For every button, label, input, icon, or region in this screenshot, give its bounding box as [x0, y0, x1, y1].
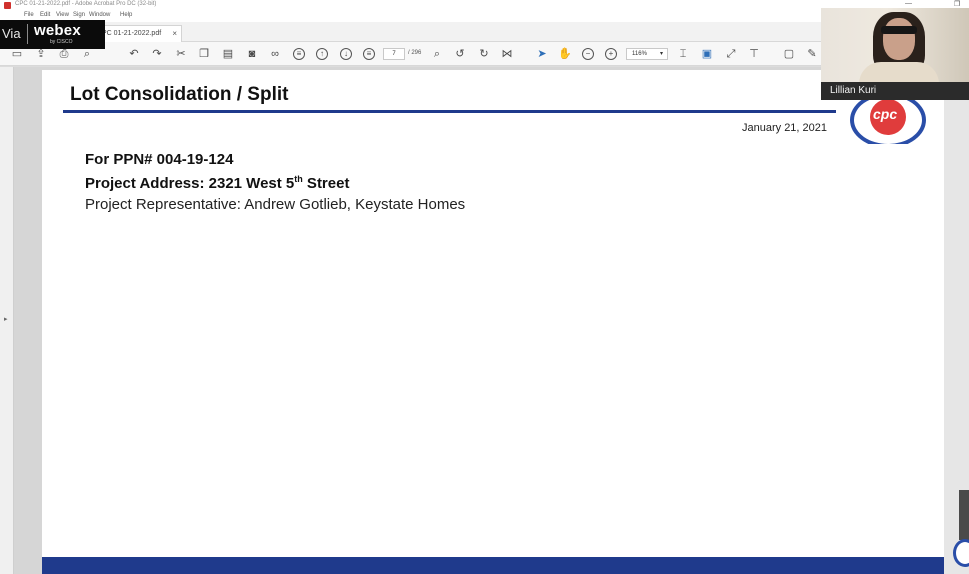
previous-page-icon[interactable]: ↑ [316, 48, 328, 60]
last-page-icon[interactable]: ≡ [363, 48, 375, 60]
webex-divider [27, 24, 28, 44]
participant-face [883, 18, 915, 60]
read-mode-icon[interactable]: ⊤ [747, 47, 761, 61]
print-icon[interactable]: ⎙ [57, 47, 71, 61]
hand-tool-icon[interactable]: ✋ [558, 47, 572, 61]
restore-button[interactable]: ❐ [954, 0, 960, 8]
project-representative-line: Project Representative: Andrew Gotlieb, … [85, 196, 466, 213]
zoom-value: 116% [632, 51, 647, 57]
menu-help[interactable]: Help [120, 12, 132, 18]
paste-icon[interactable]: ▤ [221, 47, 235, 61]
slide-title: Lot Consolidation / Split [70, 84, 289, 105]
highlight-pen-icon[interactable]: ✎ [805, 47, 819, 61]
address-ordinal: th [294, 174, 303, 184]
page-number-input[interactable]: 7 [383, 48, 405, 60]
via-label: Via [2, 26, 21, 41]
logo-text: cpc [873, 106, 898, 122]
rotate-right-icon[interactable]: ↻ [477, 47, 491, 61]
zoom-in-icon[interactable]: + [605, 48, 617, 60]
ppn-line: For PPN# 004-19-124 [85, 151, 234, 168]
screen: CPC 01-21-2022.pdf - Adobe Acrobat Pro D… [0, 0, 969, 574]
menu-view[interactable]: View [56, 12, 69, 18]
comment-icon[interactable]: ▢ [782, 47, 796, 61]
acrobat-app-icon [4, 2, 11, 9]
minimize-button[interactable]: — [905, 0, 912, 7]
address-text: Project Address: 2321 West 5 [85, 175, 295, 192]
save-icon[interactable]: ▭ [10, 47, 24, 61]
undo-icon[interactable]: ↶ [127, 47, 141, 61]
search-icon[interactable]: ⌕ [80, 47, 94, 61]
expand-pane-icon[interactable]: ▸ [4, 315, 8, 323]
redo-icon[interactable]: ↷ [150, 47, 164, 61]
cut-icon[interactable]: ✂ [174, 47, 188, 61]
next-page-icon[interactable]: ↓ [340, 48, 352, 60]
copy-icon[interactable]: ❐ [197, 47, 211, 61]
page-display-icon[interactable]: ▣ [700, 47, 714, 61]
scrollbar-thumb[interactable] [959, 490, 969, 540]
menu-window[interactable]: Window [89, 12, 110, 18]
page-total: / 296 [408, 50, 422, 56]
webex-overlay: Via webex by CISCO [0, 20, 105, 49]
full-screen-icon[interactable]: ⤢ [724, 47, 738, 61]
participant-name-bar: Lillian Kuri [821, 82, 969, 100]
snapshot-icon[interactable]: ◙ [245, 47, 259, 61]
binoculars-icon[interactable]: ∞ [268, 47, 282, 61]
find-text-icon[interactable]: ⌕ [430, 47, 444, 61]
zoom-select[interactable]: 116% ▾ [626, 48, 668, 60]
rotate-left-icon[interactable]: ↺ [453, 47, 467, 61]
upload-icon[interactable]: ⇪ [34, 47, 48, 61]
cisco-label: by CISCO [50, 39, 73, 45]
chevron-down-icon: ▾ [659, 51, 663, 57]
participant-glasses [881, 26, 917, 34]
fit-width-icon[interactable]: ⌶ [676, 47, 690, 61]
window-title: CPC 01-21-2022.pdf - Adobe Acrobat Pro D… [15, 1, 157, 7]
document-tab-label: PC 01-21-2022.pdf [102, 30, 162, 37]
slide-date: January 21, 2021 [742, 122, 828, 134]
menu-file[interactable]: File [24, 12, 34, 18]
participant-shirt [859, 62, 939, 84]
select-tool-icon[interactable]: ➤ [535, 47, 549, 61]
webex-logo: webex [34, 22, 81, 39]
zoom-out-icon[interactable]: − [582, 48, 594, 60]
close-tab-icon[interactable]: × [172, 29, 177, 38]
project-address-line: Project Address: 2321 West 5th Street [85, 174, 349, 192]
menu-edit[interactable]: Edit [40, 12, 50, 18]
pdf-page [42, 70, 944, 574]
fit-page-icon[interactable]: ⋈ [500, 47, 514, 61]
menu-sign[interactable]: Sign [73, 12, 85, 18]
navigation-pane-strip[interactable]: ▸ [0, 67, 14, 574]
participant-name: Lillian Kuri [830, 85, 877, 96]
title-divider [63, 110, 836, 113]
first-page-icon[interactable]: ≡ [293, 48, 305, 60]
document-tab[interactable]: PC 01-21-2022.pdf × [96, 25, 182, 42]
participant-video-tile[interactable]: Lillian Kuri [821, 8, 969, 100]
slide-footer-band [42, 557, 944, 574]
address-street: Street [302, 175, 350, 192]
